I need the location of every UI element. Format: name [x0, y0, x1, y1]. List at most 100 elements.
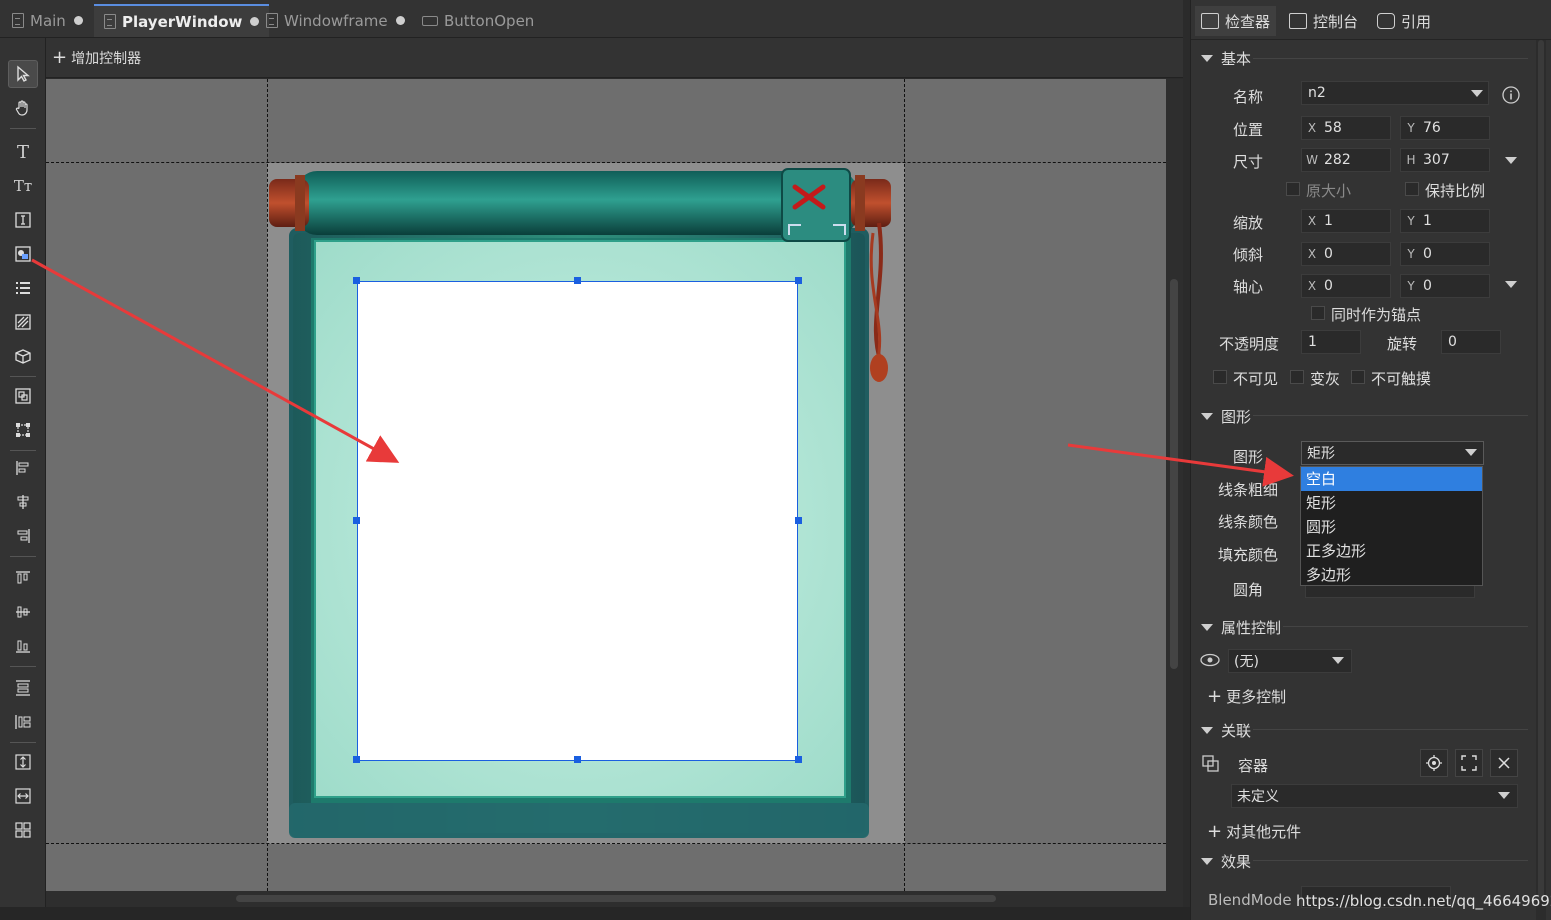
align-middle-v-icon[interactable]: [8, 598, 38, 626]
close-icon[interactable]: [1490, 749, 1518, 777]
same-width-icon[interactable]: [8, 782, 38, 810]
group-tool-icon[interactable]: [8, 382, 38, 410]
grayed-checkbox[interactable]: [1290, 370, 1304, 384]
relate-other-label: 对其他元件: [1226, 823, 1302, 841]
collapse-triangle-icon: [1201, 624, 1213, 631]
name-select[interactable]: n2: [1301, 81, 1489, 105]
tab-references[interactable]: 引用: [1371, 6, 1437, 36]
grid-tool-icon[interactable]: [8, 816, 38, 844]
tab-playerwindow[interactable]: PlayerWindow: [94, 4, 270, 37]
fill-color-label: 填充颜色: [1218, 546, 1279, 564]
skew-y-field[interactable]: Y0: [1400, 242, 1490, 266]
position-y-field[interactable]: Y 76: [1400, 116, 1490, 140]
option-blank[interactable]: 空白: [1301, 467, 1482, 491]
pivot-options-chevron-icon[interactable]: [1505, 281, 1517, 288]
opacity-field[interactable]: 1: [1301, 330, 1361, 354]
align-center-h-icon[interactable]: [8, 488, 38, 516]
transform-tool-icon[interactable]: [8, 416, 38, 444]
tab-windowframe[interactable]: Windowframe: [256, 4, 415, 37]
size-w-value: 282: [1324, 152, 1351, 168]
eye-icon: [1200, 653, 1220, 667]
option-polygon[interactable]: 多边形: [1301, 563, 1482, 587]
size-w-field[interactable]: W 282: [1301, 148, 1391, 172]
inspector-panel: 检查器 控制台 引用 基本 名称 n2 位置 X 58 Y 76 尺寸 W 282 H…: [1190, 0, 1551, 920]
section-title: 基本: [1221, 50, 1252, 68]
list-tool-icon[interactable]: [8, 274, 38, 302]
align-left-icon[interactable]: [8, 454, 38, 482]
align-bottom-icon[interactable]: [8, 632, 38, 660]
size-h-field[interactable]: H 307: [1400, 148, 1490, 172]
untouchable-checkbox[interactable]: [1351, 370, 1365, 384]
graph-tool-icon[interactable]: [8, 240, 38, 268]
axis-prefix: Y: [1407, 214, 1415, 228]
input-text-tool-icon[interactable]: [8, 206, 38, 234]
pointer-tool-icon[interactable]: [8, 60, 38, 88]
component-tool-icon[interactable]: [8, 342, 38, 370]
section-graph-header[interactable]: 图形: [1201, 406, 1251, 427]
section-basic-header[interactable]: 基本: [1201, 48, 1251, 69]
info-icon[interactable]: [1501, 85, 1521, 105]
align-right-icon[interactable]: [8, 522, 38, 550]
keep-ratio-checkbox[interactable]: [1405, 182, 1419, 196]
tab-buttonopen[interactable]: ButtonOpen: [412, 4, 544, 37]
scale-y-field[interactable]: Y1: [1400, 209, 1490, 233]
pivot-y-field[interactable]: Y0: [1400, 274, 1490, 298]
untouchable-label: 不可触摸: [1371, 370, 1432, 388]
graph-type-dropdown-list: 空白 矩形 圆形 正多边形 多边形: [1300, 466, 1483, 586]
document-icon: [266, 13, 278, 28]
tab-inspector[interactable]: 检查器: [1195, 6, 1277, 36]
position-x-field[interactable]: X 58: [1301, 116, 1391, 140]
corner-radius-label: 圆角: [1233, 581, 1264, 599]
size-label: 尺寸: [1233, 153, 1264, 171]
rotation-value: 0: [1448, 334, 1457, 350]
more-controls-button[interactable]: + 更多控制: [1207, 686, 1286, 707]
option-circle[interactable]: 圆形: [1301, 515, 1482, 539]
option-rectangle[interactable]: 矩形: [1301, 491, 1482, 515]
chevron-down-icon: [1332, 657, 1344, 664]
stage-view[interactable]: [46, 79, 1166, 891]
scale-x-field[interactable]: X1: [1301, 209, 1391, 233]
align-top-icon[interactable]: [8, 564, 38, 592]
plus-icon: +: [1207, 686, 1223, 707]
position-y-value: 76: [1423, 120, 1441, 136]
section-effect-header[interactable]: 效果: [1201, 851, 1251, 872]
distribute-vertical-icon[interactable]: [8, 674, 38, 702]
option-regular-polygon[interactable]: 正多边形: [1301, 539, 1482, 563]
tab-label: Main: [30, 11, 66, 30]
container-select[interactable]: 未定义: [1231, 784, 1518, 808]
size-h-value: 307: [1423, 152, 1450, 168]
pivot-x-field[interactable]: X0: [1301, 274, 1391, 298]
target-icon[interactable]: [1420, 749, 1448, 777]
axis-prefix: Y: [1407, 279, 1415, 293]
name-label: 名称: [1233, 88, 1264, 106]
section-property-control-header[interactable]: 属性控制: [1201, 617, 1281, 638]
image-tool-icon[interactable]: [8, 308, 38, 336]
graph-type-select[interactable]: 矩形: [1301, 441, 1484, 465]
hand-tool-icon[interactable]: [8, 94, 38, 122]
section-title: 关联: [1221, 722, 1252, 740]
rotation-field[interactable]: 0: [1441, 330, 1501, 354]
same-height-icon[interactable]: [8, 748, 38, 776]
original-size-label: 原大小: [1306, 182, 1352, 200]
invisible-checkbox[interactable]: [1213, 370, 1227, 384]
relate-other-button[interactable]: + 对其他元件: [1207, 821, 1301, 842]
document-icon: [104, 14, 116, 29]
fullscreen-icon[interactable]: [1455, 749, 1483, 777]
rich-text-tool-icon[interactable]: Tт: [8, 172, 38, 200]
pivot-anchor-checkbox[interactable]: [1311, 306, 1325, 320]
selection-handles[interactable]: [351, 275, 804, 767]
original-size-checkbox[interactable]: [1286, 182, 1300, 196]
skew-x-field[interactable]: X0: [1301, 242, 1391, 266]
stage-horizontal-scrollbar[interactable]: [46, 891, 1183, 907]
section-relation-header[interactable]: 关联: [1201, 720, 1251, 741]
distribute-horizontal-icon[interactable]: [8, 708, 38, 736]
size-options-chevron-icon[interactable]: [1505, 157, 1517, 164]
tab-main[interactable]: Main: [2, 4, 93, 37]
axis-prefix: H: [1406, 153, 1416, 167]
text-tool-icon[interactable]: T: [8, 138, 38, 166]
add-controller-button[interactable]: + 增加控制器: [52, 47, 141, 68]
left-toolbar: T Tт: [0, 38, 46, 920]
tab-console[interactable]: 控制台: [1283, 6, 1364, 36]
stage-vertical-scrollbar[interactable]: [1166, 79, 1183, 891]
inspector-scrollbar[interactable]: [1536, 40, 1546, 920]
